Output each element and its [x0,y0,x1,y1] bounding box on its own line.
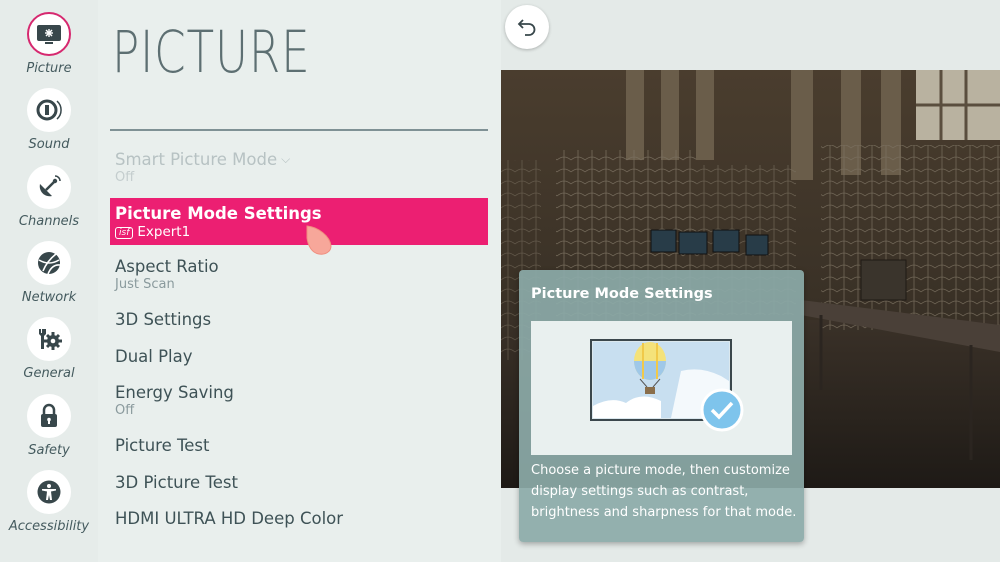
nav-item-picture[interactable]: Picture [0,12,98,84]
channels-icon [27,165,71,209]
settings-category-rail: Picture Sound Channels Network General S… [0,0,98,562]
nav-label: Safety [28,443,70,458]
general-icon [27,317,71,361]
menu-item-label: HDMI ULTRA HD Deep Color [115,509,344,528]
menu-item-dual-play[interactable]: Dual Play [110,347,488,366]
picture-icon [27,12,71,56]
menu-item-label: 3D Settings [115,310,212,329]
sound-icon [27,88,71,132]
menu-item-label: Aspect Ratio [115,257,219,276]
menu-item-label: Picture Mode Settings [115,204,322,223]
menu-item-aspect-ratio[interactable]: Aspect Ratio Just Scan [110,257,488,292]
nav-item-general[interactable]: General [0,317,98,389]
menu-item-smart-picture-mode: Smart Picture Mode ⌵ Off [110,150,488,185]
menu-item-label: 3D Picture Test [115,473,238,492]
pointer-cursor-icon [306,225,332,255]
menu-item-label: Picture Test [115,436,210,455]
menu-item-value: Off [115,170,135,185]
menu-item-label: Energy Saving [115,383,234,402]
menu-item-value: Off [115,403,135,418]
nav-label: Network [21,290,77,305]
nav-item-accessibility[interactable]: Accessibility [0,470,98,542]
picture-settings-menu: PICTURE Smart Picture Mode ⌵ Off Picture … [98,0,501,562]
menu-item-picture-test[interactable]: Picture Test [110,436,488,455]
help-card-title: Picture Mode Settings [531,286,713,302]
accessibility-icon [27,470,71,514]
menu-item-energy-saving[interactable]: Energy Saving Off [110,383,488,418]
page-title: PICTURE [112,18,311,86]
menu-item-label: Dual Play [115,347,193,366]
isf-badge: isf [115,227,134,239]
menu-item-value: Just Scan [115,277,175,292]
back-button[interactable] [505,5,549,49]
nav-label: Accessibility [8,519,90,534]
network-icon [27,241,71,285]
nav-item-safety[interactable]: Safety [0,394,98,466]
picture-mode-illustration [531,321,792,455]
nav-item-channels[interactable]: Channels [0,165,98,237]
title-divider [110,129,488,131]
help-card: Picture Mode Settings Choose a picture m… [519,270,804,542]
menu-item-label: Smart Picture Mode ⌵ [115,150,291,169]
menu-item-picture-mode-settings[interactable]: Picture Mode Settings isf Expert1 [110,198,488,245]
nav-item-sound[interactable]: Sound [0,88,98,160]
nav-label: General [23,366,75,381]
back-arrow-icon [517,19,536,36]
nav-label: Channels [18,214,80,229]
menu-item-hdmi-ultra-hd-deep-color[interactable]: HDMI ULTRA HD Deep Color [110,509,488,528]
nav-item-network[interactable]: Network [0,241,98,313]
menu-item-3d-picture-test[interactable]: 3D Picture Test [110,473,488,492]
menu-item-value: isf Expert1 [115,224,488,240]
nav-label: Picture [26,61,72,76]
lock-icon [27,394,71,438]
menu-item-3d-settings[interactable]: 3D Settings [110,310,488,329]
help-card-description: Choose a picture mode, then customize di… [531,463,797,520]
chevron-down-icon: ⌵ [281,152,291,166]
nav-label: Sound [28,137,70,152]
